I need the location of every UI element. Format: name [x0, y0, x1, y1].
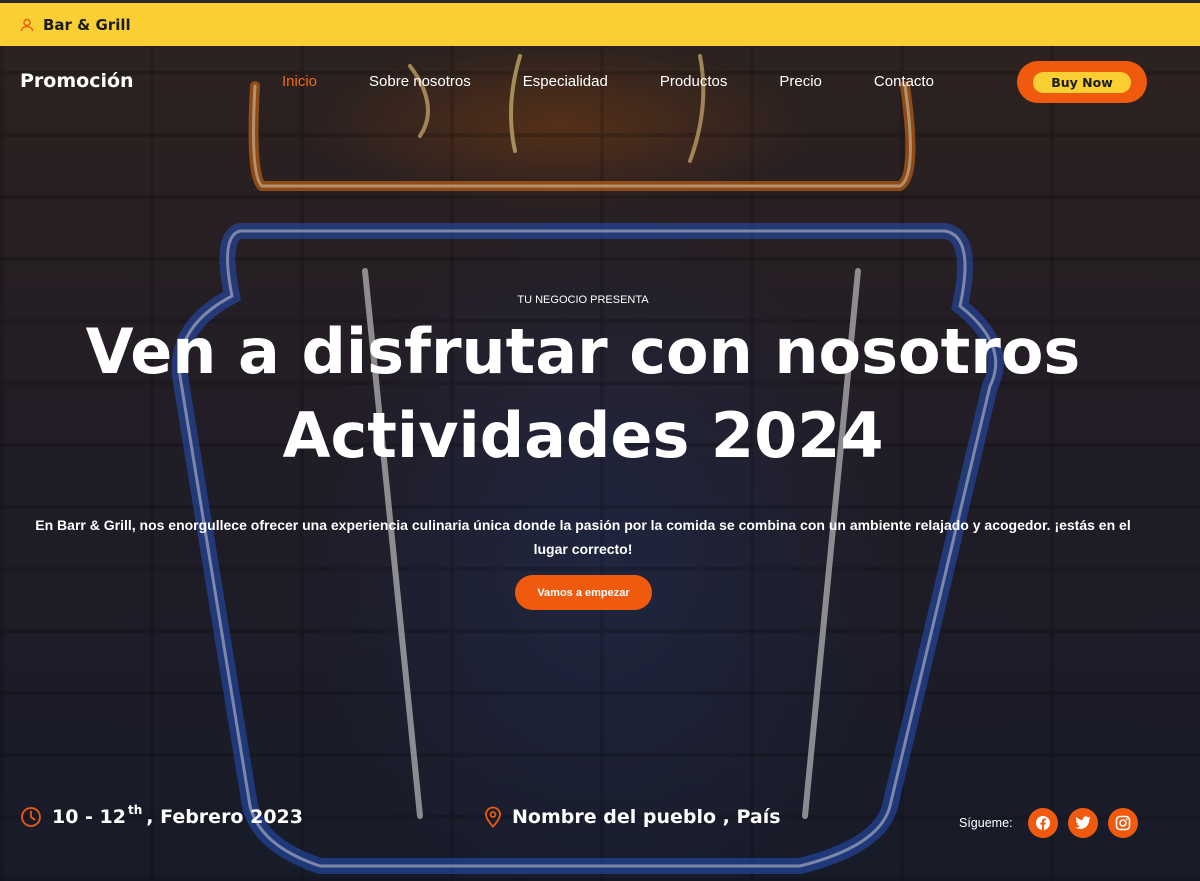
site-logo[interactable]: Promoción [20, 70, 134, 92]
nav-item-especialidad[interactable]: Especialidad [523, 73, 608, 90]
social-label: Sígueme: [959, 816, 1013, 830]
event-date: 10 - 12 th , Febrero 2023 [20, 803, 303, 828]
headline-line-2: Actividades 2024 [282, 399, 884, 472]
map-pin-icon [485, 806, 501, 828]
headline-line-1: Ven a disfrutar con nosotros [85, 315, 1081, 388]
top-bar: Bar & Grill [0, 0, 1200, 46]
main-nav: Inicio Sobre nosotros Especialidad Produ… [282, 73, 986, 90]
date-month-year: , Febrero 2023 [146, 806, 303, 828]
event-location: Nombre del pueblo , País [484, 806, 781, 828]
nav-item-productos[interactable]: Productos [660, 73, 728, 90]
buy-now-label: Buy Now [1033, 71, 1131, 93]
hero-description: En Barr & Grill, nos enorgullece ofrecer… [35, 517, 1131, 557]
nav-item-sobre-nosotros[interactable]: Sobre nosotros [369, 73, 471, 90]
social-links: Sígueme: [959, 808, 1148, 838]
location-text: Nombre del pueblo , País [512, 806, 781, 828]
hero-eyebrow: TU NEGOCIO PRESENTA [517, 294, 649, 306]
date-ordinal: th [128, 803, 143, 817]
start-button[interactable]: Vamos a empezar [515, 575, 652, 610]
date-range: 10 - 12 [52, 806, 126, 828]
hero-headline: Ven a disfrutar con nosotros Actividades… [0, 310, 1166, 478]
user-icon [20, 18, 34, 32]
hero-section: Promoción Inicio Sobre nosotros Especial… [0, 46, 1200, 881]
clock-icon [21, 807, 41, 827]
buy-now-button[interactable]: Buy Now [1017, 61, 1147, 103]
nav-item-precio[interactable]: Precio [779, 73, 822, 90]
twitter-icon[interactable] [1067, 808, 1098, 838]
nav-item-inicio[interactable]: Inicio [282, 73, 317, 90]
nav-item-contacto[interactable]: Contacto [874, 73, 934, 90]
brand-name: Bar & Grill [43, 15, 131, 34]
instagram-icon[interactable] [1107, 808, 1138, 838]
facebook-icon[interactable] [1027, 808, 1058, 838]
